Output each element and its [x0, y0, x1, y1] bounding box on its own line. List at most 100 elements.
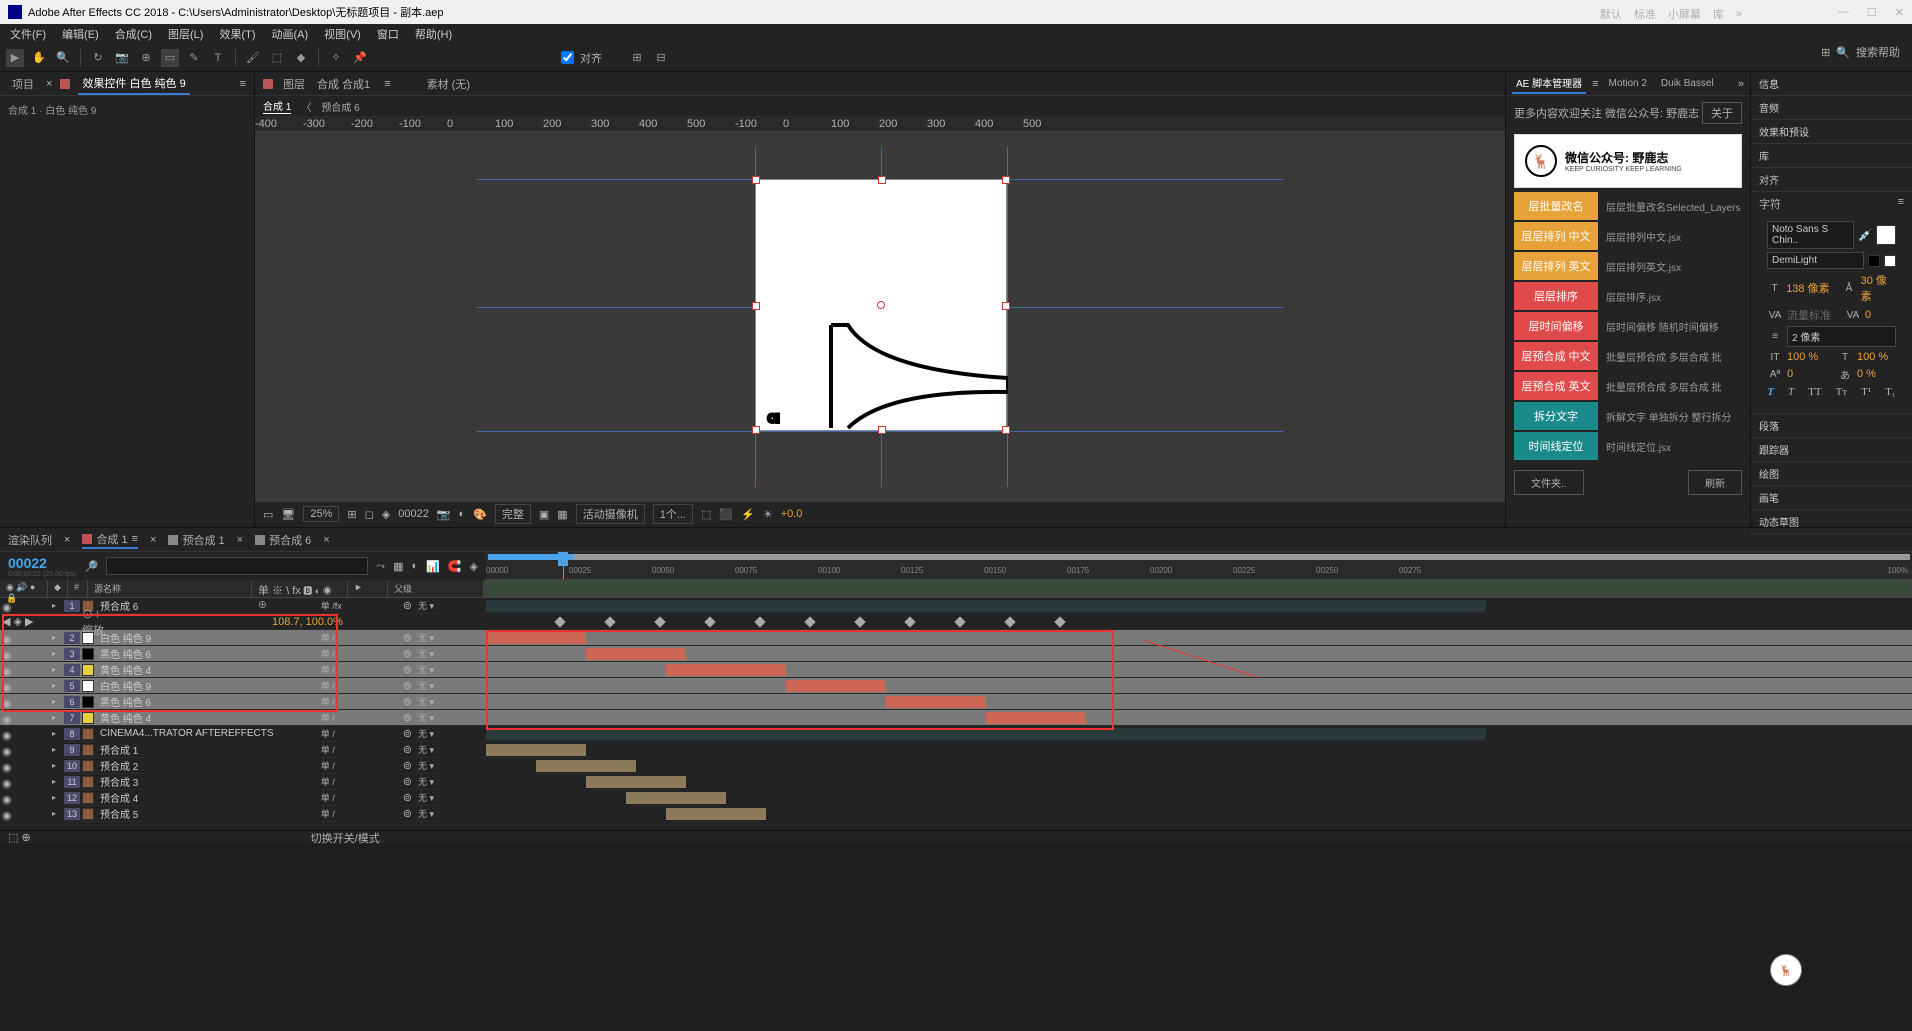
layer-row[interactable]: ◉▸3黑色 纯色 6单 /⊚无 ▾ — [0, 646, 1912, 662]
timecode[interactable]: 00022 — [8, 555, 77, 571]
parent-dropdown[interactable]: 无 ▾ — [414, 791, 484, 804]
toggle-icon[interactable]: ⬚ ⊕ — [8, 831, 31, 844]
parent-dropdown[interactable]: 无 ▾ — [414, 647, 484, 660]
parent-dropdown[interactable]: 无 ▾ — [414, 695, 484, 708]
pickwhip-icon[interactable]: ⊚ — [403, 775, 412, 788]
pickwhip-icon[interactable]: ⊚ — [403, 663, 412, 676]
anchor-icon[interactable] — [752, 426, 760, 434]
layer-bar[interactable] — [486, 728, 1486, 740]
smallcaps-button[interactable]: Tᴛ — [1832, 384, 1852, 400]
anchor-icon[interactable] — [878, 176, 886, 184]
layer-name[interactable]: 预合成 1 — [96, 742, 319, 757]
font-size[interactable]: 138 像素 — [1786, 280, 1837, 296]
subscript-button[interactable]: T₁ — [1881, 384, 1900, 400]
mask-icon[interactable]: ◻ — [365, 508, 374, 521]
overflow-icon[interactable]: » — [1736, 8, 1742, 20]
tab-duik[interactable]: Duik Bassel — [1657, 76, 1718, 91]
layer-row[interactable]: ◉▸6黑色 纯色 6单 /⊚无 ▾ — [0, 694, 1912, 710]
refresh-button[interactable]: 刷新 — [1688, 470, 1742, 495]
keyframe-icon[interactable] — [554, 616, 565, 627]
about-button[interactable]: 关于 — [1702, 102, 1742, 124]
panel-header[interactable]: 画笔 — [1751, 486, 1912, 510]
tab-comp[interactable]: 合成 合成1 — [311, 74, 376, 94]
menu-item[interactable]: 窗口 — [371, 24, 405, 44]
keyframe-icon[interactable] — [654, 616, 665, 627]
guide-icon[interactable]: ◈ — [382, 508, 390, 521]
panel-header[interactable]: 效果和预设 — [1751, 120, 1912, 144]
folder-button[interactable]: 文件夹.. — [1514, 470, 1584, 495]
pickwhip-icon[interactable]: ⊚ — [403, 679, 412, 692]
anchor-icon[interactable] — [752, 176, 760, 184]
grid-icon[interactable]: ⊞ — [347, 508, 356, 521]
color-mgmt-icon[interactable]: 🎨 — [473, 508, 487, 521]
timeline-tab[interactable]: 合成 1 ≡ — [82, 531, 138, 549]
weight-dropdown[interactable]: DemiLight — [1767, 252, 1864, 269]
resolution-dropdown[interactable]: 完整 — [495, 504, 531, 524]
layer-switches[interactable]: 单 / — [321, 727, 401, 740]
layer-switches[interactable]: 单 / — [321, 631, 401, 644]
device-icon[interactable]: 🖥 — [281, 508, 295, 521]
zoom-dropdown[interactable]: 25% — [303, 506, 339, 522]
minimize-button[interactable]: — — [1838, 6, 1849, 19]
anchor-icon[interactable] — [752, 302, 760, 310]
transparency-icon[interactable]: ▦ — [557, 508, 567, 521]
panel-menu-icon[interactable]: ≡ — [240, 78, 246, 90]
layer-bar[interactable] — [666, 808, 766, 820]
layer-color-icon[interactable] — [82, 632, 94, 644]
layer-bar[interactable] — [626, 792, 726, 804]
layer-switches[interactable]: 单 / — [321, 759, 401, 772]
script-desc[interactable]: 层层排列英文.jsx — [1598, 259, 1742, 274]
snap-mode2-icon[interactable]: ⊟ — [652, 49, 670, 67]
snap-mode-icon[interactable]: ⊞ — [628, 49, 646, 67]
adj-icon[interactable]: ◈ — [470, 560, 478, 573]
clone-tool-icon[interactable]: ⬚ — [268, 49, 286, 67]
pickwhip-icon[interactable]: ⊚ — [403, 727, 412, 740]
timeline-tab[interactable]: 预合成 1 — [168, 532, 224, 548]
timeline-tab[interactable]: 渲染队列 — [8, 532, 52, 548]
keyframe-icon[interactable] — [754, 616, 765, 627]
keyframe-icon[interactable] — [954, 616, 965, 627]
layer-color-icon[interactable] — [82, 808, 94, 820]
hand-tool-icon[interactable]: ✋ — [30, 49, 48, 67]
rotate-tool-icon[interactable]: ↻ — [89, 49, 107, 67]
keyframe-icon[interactable] — [1054, 616, 1065, 627]
pickwhip-icon[interactable]: ⊚ — [403, 759, 412, 772]
layer-switches[interactable]: 单 / — [321, 711, 401, 724]
zoom-tool-icon[interactable]: 🔍 — [54, 49, 72, 67]
pan-behind-icon[interactable]: ⊕ — [137, 49, 155, 67]
layer-name[interactable]: 白色 纯色 9 — [96, 630, 319, 645]
exposure-value[interactable]: +0.0 — [781, 508, 803, 520]
keyframe-icon[interactable] — [804, 616, 815, 627]
parent-dropdown[interactable]: 无 ▾ — [414, 663, 484, 676]
panel-header[interactable]: 段落 — [1751, 414, 1912, 438]
layer-bar[interactable] — [786, 680, 886, 692]
pickwhip-icon[interactable]: ⊚ — [403, 631, 412, 644]
exposure-icon[interactable]: ☀ — [763, 508, 773, 521]
stroke-color[interactable] — [1868, 255, 1880, 267]
vscale[interactable]: 100 % — [1787, 351, 1833, 363]
layer-switches[interactable]: 单 / — [321, 695, 401, 708]
layer-track[interactable] — [486, 774, 1912, 790]
playhead[interactable] — [563, 552, 564, 579]
timeline-search[interactable] — [106, 557, 368, 575]
keyframe-icon[interactable] — [1004, 616, 1015, 627]
layer-bar[interactable] — [666, 664, 786, 676]
parent-dropdown[interactable]: 无 ▾ — [414, 759, 484, 772]
layer-row[interactable]: ◉▸5白色 纯色 9单 /⊚无 ▾ — [0, 678, 1912, 694]
roto-tool-icon[interactable]: ✧ — [327, 49, 345, 67]
tab-effect-controls[interactable]: 效果控件 白色 纯色 9 — [78, 73, 189, 95]
parent-dropdown[interactable]: 无 ▾ — [414, 679, 484, 692]
pen-tool-icon[interactable]: ✎ — [185, 49, 203, 67]
layer-name[interactable]: 预合成 3 — [96, 774, 319, 789]
layer-row[interactable]: ◉▸2白色 纯色 9单 /⊚无 ▾ — [0, 630, 1912, 646]
panel-header[interactable]: 动态草图 — [1751, 510, 1912, 534]
script-button[interactable]: 层时间偏移 — [1514, 312, 1598, 340]
script-button[interactable]: 拆分文字 — [1514, 402, 1598, 430]
layer-row[interactable]: ◉▸13预合成 5单 /⊚无 ▾ — [0, 806, 1912, 822]
camera-tool-icon[interactable]: 📷 — [113, 49, 131, 67]
layer-name[interactable]: CINEMA4...TRATOR AFTEREFFECTS — [96, 728, 319, 739]
tab-script-mgr[interactable]: AE 脚本管理器 — [1512, 73, 1586, 94]
menu-item[interactable]: 视图(V) — [318, 24, 367, 44]
close-button[interactable]: ✕ — [1895, 6, 1904, 19]
layer-track[interactable] — [486, 790, 1912, 806]
